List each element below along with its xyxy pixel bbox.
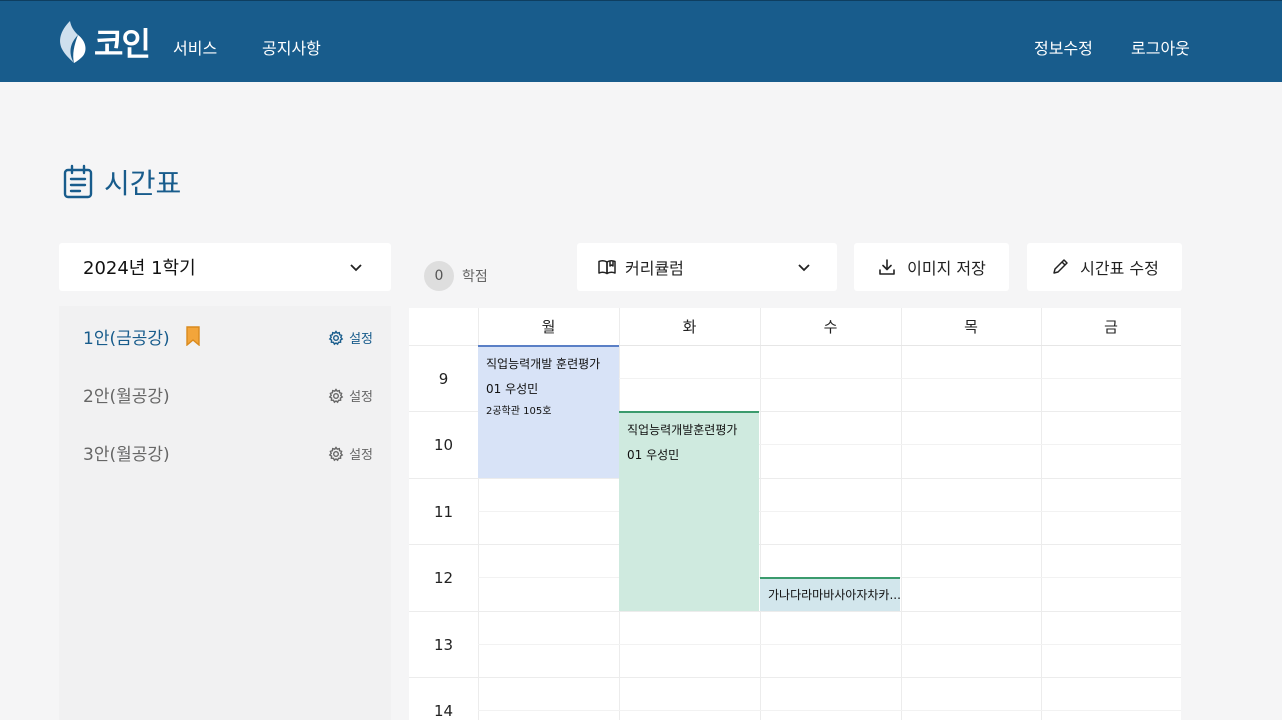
course-block[interactable]: 직업능력개발훈련평가 01 우성민 [619,411,759,611]
plan-item-1[interactable]: 1안(금공강) 설정 [83,321,373,351]
day-header-tue: 화 [619,308,760,346]
course-block[interactable]: 가나다라마바사아자차카... [760,577,900,611]
bookmark-icon[interactable] [185,326,200,346]
plan-settings-button[interactable]: 설정 [328,444,373,463]
day-header-wed: 수 [760,308,901,346]
semester-select[interactable]: 2024년 1학기 [59,243,391,291]
hour-label: 13 [433,636,454,654]
grid-divider [409,544,1181,545]
page-title-text: 시간표 [104,167,182,200]
grid-divider [409,611,1181,612]
course-room: 2공학관 105호 [486,406,552,417]
course-professor: 01 우성민 [486,382,539,396]
day-header-thu: 목 [901,308,1041,346]
gear-icon [328,329,344,345]
plan-settings-label: 설정 [349,332,373,347]
hour-label: 11 [433,503,454,521]
credits-label: 학점 [462,269,488,285]
day-header-mon: 월 [478,308,619,346]
course-title: 직업능력개발훈련평가 [627,423,738,437]
grid-divider [760,308,761,720]
course-title: 직업능력개발 훈련평가 [486,357,601,371]
plan-settings-label: 설정 [349,448,373,463]
grid-divider [478,710,1181,711]
plan-settings-label: 설정 [349,390,373,405]
nav-logout[interactable]: 로그아웃 [1131,35,1190,59]
chevron-down-icon [798,264,810,272]
plan-list: 1안(금공강) 설정 2안(월공강) 설정 3안(월공강) 설정 [59,306,391,720]
hour-label: 14 [433,702,454,720]
curriculum-select[interactable]: 커리큘럼 [577,243,837,291]
course-block[interactable]: 직업능력개발 훈련평가 01 우성민 2공학관 105호 [478,345,619,478]
plan-settings-button[interactable]: 설정 [328,328,373,347]
course-title: 가나다라마바사아자차카... [768,588,900,602]
logo[interactable]: 코인 [56,19,151,65]
plan-settings-button[interactable]: 설정 [328,386,373,405]
calendar-icon [63,164,93,199]
credits-count-badge: 0 [424,261,454,291]
gear-icon [328,387,344,403]
edit-timetable-button[interactable]: 시간표 수정 [1027,243,1182,291]
plan-item-3[interactable]: 3안(월공강) 설정 [83,437,373,467]
day-header-fri: 금 [1041,308,1181,346]
logo-text: 코인 [94,25,151,63]
edit-timetable-label: 시간표 수정 [1080,259,1159,278]
grid-divider [409,677,1181,678]
plan-item-2[interactable]: 2안(월공강) 설정 [83,379,373,409]
grid-divider [478,644,1181,645]
plan-label: 1안(금공강) [83,328,170,349]
nav-edit-profile[interactable]: 정보수정 [1034,35,1093,59]
download-icon [879,259,895,275]
logo-mark-icon [60,21,86,63]
hour-label: 9 [438,370,449,388]
hour-label: 10 [433,436,454,454]
plan-label: 2안(월공강) [83,386,170,407]
hour-label: 12 [433,569,454,587]
credits-summary: 0 학점 [424,261,488,291]
save-image-label: 이미지 저장 [907,259,986,278]
chevron-down-icon [350,264,362,272]
grid-divider [478,511,1181,512]
semester-select-value: 2024년 1학기 [83,258,196,279]
page-title: 시간표 [62,163,181,201]
curriculum-label: 커리큘럼 [625,259,684,278]
pencil-icon [1053,259,1068,274]
plan-label: 3안(월공강) [83,444,170,465]
nav-notices[interactable]: 공지사항 [262,35,321,59]
save-image-button[interactable]: 이미지 저장 [854,243,1009,291]
grid-divider [901,308,902,720]
gear-icon [328,445,344,461]
book-icon [598,260,616,275]
grid-divider [1041,308,1042,720]
timetable-grid: 월 화 수 목 금 9 10 11 12 13 14 직업능력개발 훈련평가 0… [409,308,1181,720]
course-professor: 01 우성민 [627,448,680,462]
nav-services[interactable]: 서비스 [173,35,217,59]
top-navigation-bar: 코인 서비스 공지사항 정보수정 로그아웃 [0,0,1282,82]
grid-divider [409,478,1181,479]
